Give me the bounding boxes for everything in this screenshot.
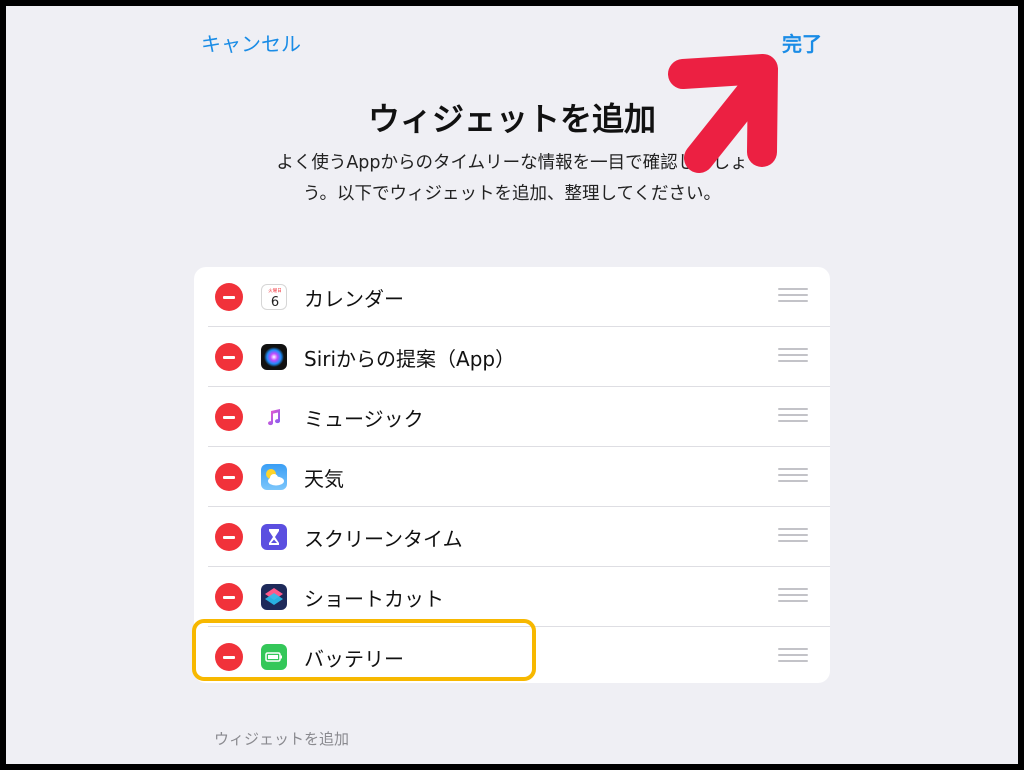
remove-button[interactable] [215,343,243,371]
widget-edit-screen: キャンセル 完了 ウィジェットを追加 よく使うAppからのタイムリーな情報を一目… [6,6,1018,764]
reorder-handle[interactable] [778,468,808,486]
remove-button[interactable] [215,283,243,311]
widget-label: スクリーンタイム [304,527,463,551]
widget-row-screen-time: スクリーンタイム [194,507,830,567]
widget-row-music: ミュージック [194,387,830,447]
calendar-weekday: 火曜日 [268,288,282,294]
remove-button[interactable] [215,463,243,491]
siri-icon [261,344,287,370]
widget-label: ショートカット [304,587,444,611]
music-icon [261,404,287,430]
widget-row-calendar: 火曜日 6 カレンダー [194,267,830,327]
page-title: ウィジェットを追加 [367,100,656,138]
reorder-handle[interactable] [778,528,808,546]
widget-label: Siriからの提案（App） [304,347,516,371]
reorder-handle[interactable] [778,588,808,606]
widget-label: カレンダー [304,287,404,311]
weather-icon [261,464,287,490]
description-line-2: う。以下でウィジェットを追加、整理してください。 [303,184,721,204]
remove-button[interactable] [215,583,243,611]
widget-label: ミュージック [304,407,424,431]
widget-label: 天気 [304,467,344,491]
shortcuts-icon [261,584,287,610]
remove-button[interactable] [215,403,243,431]
widget-row-shortcuts: ショートカット [194,567,830,627]
widget-row-weather: 天気 [194,447,830,507]
widget-row-siri-suggestions: Siriからの提案（App） [194,327,830,387]
reorder-handle[interactable] [778,288,808,306]
calendar-day: 6 [271,295,279,310]
calendar-icon: 火曜日 6 [261,284,287,310]
reorder-handle[interactable] [778,648,808,666]
remove-button[interactable] [215,523,243,551]
battery-highlight-box [192,619,536,681]
add-widget-section-header: ウィジェットを追加 [214,730,350,748]
description-line-1: よく使うAppからのタイムリーな情報を一目で確認しましょ [276,153,748,173]
reorder-handle[interactable] [778,408,808,426]
page-description: よく使うAppからのタイムリーな情報を一目で確認しましょ う。以下でウィジェット… [206,148,818,210]
done-button[interactable]: 完了 [782,28,822,57]
reorder-handle[interactable] [778,348,808,366]
screen-time-icon [261,524,287,550]
cancel-button[interactable]: キャンセル [201,28,301,57]
